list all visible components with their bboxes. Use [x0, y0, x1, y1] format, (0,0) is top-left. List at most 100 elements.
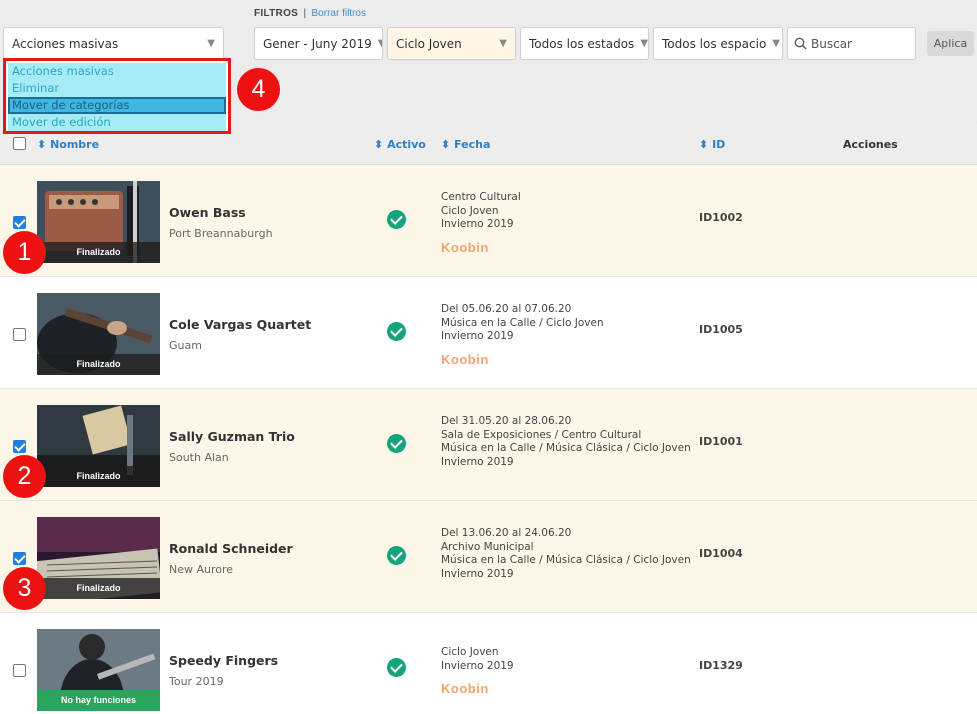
event-id: ID1004	[699, 547, 743, 560]
date-line: Archivo Municipal	[441, 540, 534, 553]
active-check-icon	[387, 322, 406, 341]
event-thumbnail[interactable]: Finalizado	[37, 517, 160, 599]
event-place: Port Breannaburgh	[169, 227, 273, 240]
event-date: Del 31.05.20 al 28.06.20 Sala de Exposic…	[441, 415, 691, 469]
event-place: New Aurore	[169, 563, 234, 576]
row-checkbox[interactable]	[13, 552, 26, 565]
event-thumbnail[interactable]: No hay funciones	[37, 629, 160, 711]
step-badge: 3	[3, 567, 46, 610]
chevron-down-icon: ▼	[499, 38, 507, 49]
event-date: Del 05.06.20 al 07.06.20 Música en la Ca…	[441, 303, 604, 344]
header-date[interactable]: ⬍ Fecha	[441, 138, 490, 151]
table-row[interactable]: Finalizado Sally Guzman Trio South Alan …	[0, 389, 977, 501]
status-badge: Finalizado	[37, 242, 160, 263]
step-badge: 4	[237, 68, 280, 111]
states-filter[interactable]: Todos los estados ▼	[520, 27, 649, 60]
sort-icon: ⬍	[699, 138, 709, 151]
sort-icon: ⬍	[374, 138, 384, 151]
date-line: Invierno 2019	[441, 218, 514, 230]
table-row[interactable]: Finalizado Owen Bass Port Breannaburgh C…	[0, 165, 977, 277]
event-thumbnail[interactable]: Finalizado	[37, 405, 160, 487]
date-line: Invierno 2019	[441, 330, 514, 342]
date-line: Del 31.05.20 al 28.06.20	[441, 415, 572, 427]
event-title[interactable]: Ronald Schneider	[169, 541, 293, 556]
row-checkbox[interactable]	[13, 664, 26, 677]
date-line: Invierno 2019	[441, 659, 514, 672]
filters-label: FILTROS	[254, 8, 299, 19]
sort-icon: ⬍	[441, 138, 451, 151]
date-line: Del 05.06.20 al 07.06.20	[441, 303, 572, 315]
date-line: Música en la Calle / Música Clásica / Ci…	[441, 554, 691, 566]
search-input[interactable]: Buscar	[787, 27, 916, 60]
events-table: ⬍ Nombre ⬍ Activo ⬍ Fecha ⬍ ID Acciones …	[0, 121, 977, 714]
period-filter[interactable]: Gener - Juny 2019 ▼	[254, 27, 383, 60]
header-actions: Acciones	[843, 138, 898, 151]
sort-icon: ⬍	[37, 138, 47, 151]
event-thumbnail[interactable]: Finalizado	[37, 293, 160, 375]
date-line: Invierno 2019	[441, 567, 514, 580]
event-date: Centro Cultural Ciclo Joven Invierno 201…	[441, 191, 521, 232]
row-checkbox[interactable]	[13, 216, 26, 229]
koobin-logo: Koobin	[441, 681, 489, 696]
spaces-filter[interactable]: Todos los espacio ▼	[653, 27, 783, 60]
header-name[interactable]: ⬍ Nombre	[37, 138, 99, 151]
apply-button[interactable]: Aplica	[927, 31, 974, 56]
filters-header: FILTROS | Borrar filtros	[254, 8, 366, 19]
search-icon	[794, 37, 807, 50]
dropdown-option[interactable]: Acciones masivas	[8, 63, 226, 80]
event-date: Del 13.06.20 al 24.06.20 Archivo Municip…	[441, 527, 691, 581]
date-line: Ciclo Joven	[441, 646, 499, 658]
date-line: Música en la Calle / Música Clásica / Ci…	[441, 442, 691, 454]
bulk-actions-select[interactable]: Acciones masivas ▼	[3, 27, 224, 60]
event-title[interactable]: Speedy Fingers	[169, 653, 278, 668]
cycle-filter[interactable]: Ciclo Joven ▼	[387, 27, 516, 60]
active-check-icon	[387, 658, 406, 677]
row-checkbox[interactable]	[13, 328, 26, 341]
event-title[interactable]: Owen Bass	[169, 205, 246, 220]
koobin-logo: Koobin	[441, 240, 489, 255]
event-place: Guam	[169, 339, 202, 352]
dropdown-option-selected[interactable]: Mover de categorías	[8, 97, 226, 114]
dropdown-option[interactable]: Eliminar	[8, 80, 226, 97]
chevron-down-icon: ▼	[772, 38, 780, 49]
states-filter-value: Todos los estados	[529, 36, 635, 51]
header-date-label: Fecha	[454, 138, 491, 151]
header-id[interactable]: ⬍ ID	[699, 138, 725, 151]
table-row[interactable]: No hay funciones Speedy Fingers Tour 201…	[0, 613, 977, 714]
date-line: Sala de Exposiciones / Centro Cultural	[441, 428, 642, 441]
chevron-down-icon: ▼	[640, 38, 649, 49]
table-row[interactable]: Finalizado Ronald Schneider New Aurore D…	[0, 501, 977, 613]
chevron-down-icon: ▼	[378, 38, 382, 49]
header-active[interactable]: ⬍ Activo	[374, 138, 426, 151]
filters-separator: |	[303, 8, 307, 19]
chevron-down-icon: ▼	[207, 38, 215, 49]
date-line: Invierno 2019	[441, 455, 514, 468]
step-badge: 2	[3, 455, 46, 498]
status-badge: Finalizado	[37, 466, 160, 487]
active-check-icon	[387, 546, 406, 565]
dropdown-option[interactable]: Mover de edición	[8, 114, 226, 131]
period-filter-value: Gener - Juny 2019	[263, 36, 372, 51]
select-all-checkbox[interactable]	[13, 137, 26, 150]
active-check-icon	[387, 434, 406, 453]
table-row[interactable]: Finalizado Cole Vargas Quartet Guam Del …	[0, 277, 977, 389]
header-id-label: ID	[712, 138, 726, 151]
event-title[interactable]: Sally Guzman Trio	[169, 429, 295, 444]
clear-filters-link[interactable]: Borrar filtros	[312, 8, 366, 19]
koobin-logo: Koobin	[441, 352, 489, 367]
event-title[interactable]: Cole Vargas Quartet	[169, 317, 311, 332]
header-name-label: Nombre	[50, 138, 100, 151]
date-line: Ciclo Joven	[441, 204, 499, 217]
event-id: ID1005	[699, 323, 743, 336]
event-date: Ciclo Joven Invierno 2019	[441, 646, 514, 673]
event-thumbnail[interactable]: Finalizado	[37, 181, 160, 263]
bulk-actions-dropdown: Acciones masivas Eliminar Mover de categ…	[3, 58, 231, 134]
row-checkbox[interactable]	[13, 440, 26, 453]
event-place: Tour 2019	[169, 675, 224, 688]
event-id: ID1002	[699, 211, 743, 224]
status-badge: Finalizado	[37, 578, 160, 599]
status-badge: No hay funciones	[37, 690, 160, 711]
bulk-actions-value: Acciones masivas	[12, 36, 119, 51]
header-active-label: Activo	[387, 138, 426, 151]
cycle-filter-value: Ciclo Joven	[396, 36, 462, 51]
